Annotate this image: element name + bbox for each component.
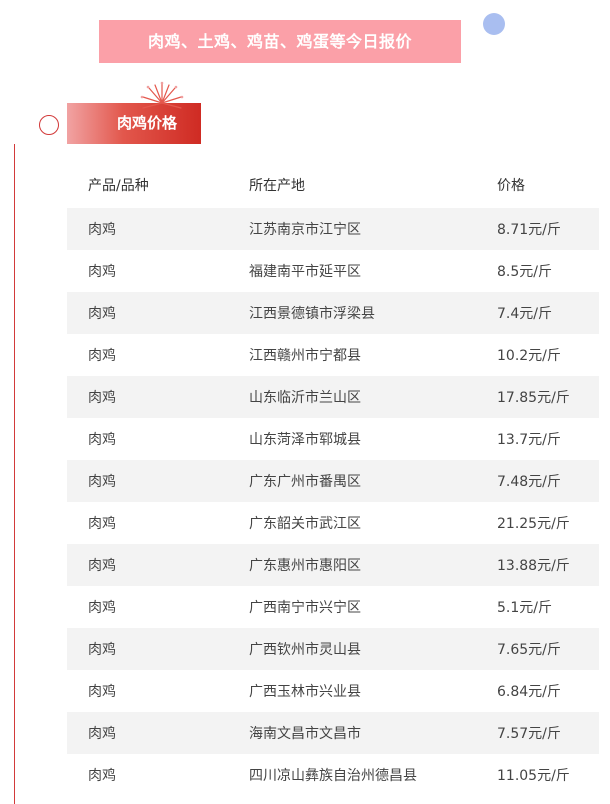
- cell-price: 13.88元/斤: [497, 558, 570, 574]
- column-header-price: 价格: [497, 178, 525, 194]
- cell-price: 7.48元/斤: [497, 474, 561, 490]
- table-row: 肉鸡 广西玉林市兴业县 6.84元/斤: [67, 670, 599, 712]
- cell-product: 肉鸡: [88, 390, 116, 406]
- cell-origin: 广西玉林市兴业县: [249, 684, 361, 700]
- page-banner-title: 肉鸡、土鸡、鸡苗、鸡蛋等今日报价: [99, 20, 461, 63]
- cell-product: 肉鸡: [88, 600, 116, 616]
- table-row: 肉鸡 海南文昌市文昌市 7.57元/斤: [67, 712, 599, 754]
- cell-price: 21.25元/斤: [497, 516, 570, 532]
- table-row: 肉鸡 广东广州市番禺区 7.48元/斤: [67, 460, 599, 502]
- table-row: 肉鸡 江苏南京市江宁区 8.71元/斤: [67, 208, 599, 250]
- table-row: 肉鸡 广东韶关市武江区 21.25元/斤: [67, 502, 599, 544]
- cell-origin: 广东韶关市武江区: [249, 516, 361, 532]
- table-body: 肉鸡 江苏南京市江宁区 8.71元/斤 肉鸡 福建南平市延平区 8.5元/斤 肉鸡 江西景德镇…: [67, 208, 599, 796]
- cell-product: 肉鸡: [88, 684, 116, 700]
- table-row: 肉鸡 四川凉山彝族自治州德昌县 11.05元/斤: [67, 754, 599, 796]
- cell-origin: 山东菏泽市郓城县: [249, 432, 361, 448]
- cell-product: 肉鸡: [88, 474, 116, 490]
- cell-price: 11.05元/斤: [497, 768, 570, 784]
- cell-price: 5.1元/斤: [497, 600, 552, 616]
- table-row: 肉鸡 山东临沂市兰山区 17.85元/斤: [67, 376, 599, 418]
- table-row: 肉鸡 山东菏泽市郓城县 13.7元/斤: [67, 418, 599, 460]
- cell-product: 肉鸡: [88, 222, 116, 238]
- cell-product: 肉鸡: [88, 642, 116, 658]
- cell-origin: 江苏南京市江宁区: [249, 222, 361, 238]
- cell-price: 17.85元/斤: [497, 390, 570, 406]
- timeline-circle: [39, 115, 59, 135]
- table-row: 肉鸡 江西景德镇市浮梁县 7.4元/斤: [67, 292, 599, 334]
- table-row: 肉鸡 广西南宁市兴宁区 5.1元/斤: [67, 586, 599, 628]
- timeline-line: [14, 144, 15, 804]
- cell-product: 肉鸡: [88, 516, 116, 532]
- price-table: 产品/品种 所在产地 价格 肉鸡 江苏南京市江宁区 8.71元/斤 肉鸡 福建南平市延平…: [67, 162, 599, 796]
- cell-product: 肉鸡: [88, 348, 116, 364]
- table-row: 肉鸡 广西钦州市灵山县 7.65元/斤: [67, 628, 599, 670]
- cell-product: 肉鸡: [88, 768, 116, 784]
- cell-origin: 福建南平市延平区: [249, 264, 361, 280]
- cell-product: 肉鸡: [88, 306, 116, 322]
- cell-price: 8.71元/斤: [497, 222, 561, 238]
- cell-origin: 江西景德镇市浮梁县: [249, 306, 375, 322]
- cell-price: 8.5元/斤: [497, 264, 552, 280]
- cell-origin: 海南文昌市文昌市: [249, 726, 361, 742]
- cell-origin: 广东广州市番禺区: [249, 474, 361, 490]
- cell-price: 7.4元/斤: [497, 306, 552, 322]
- table-header: 产品/品种 所在产地 价格: [67, 162, 599, 208]
- table-row: 肉鸡 广东惠州市惠阳区 13.88元/斤: [67, 544, 599, 586]
- cell-origin: 四川凉山彝族自治州德昌县: [249, 768, 417, 784]
- cell-price: 7.65元/斤: [497, 642, 561, 658]
- cell-product: 肉鸡: [88, 432, 116, 448]
- cell-origin: 广西钦州市灵山县: [249, 642, 361, 658]
- cell-origin: 广东惠州市惠阳区: [249, 558, 361, 574]
- cell-price: 13.7元/斤: [497, 432, 561, 448]
- cell-product: 肉鸡: [88, 726, 116, 742]
- decorative-dot: [483, 13, 505, 35]
- cell-price: 7.57元/斤: [497, 726, 561, 742]
- cell-product: 肉鸡: [88, 558, 116, 574]
- cell-origin: 江西赣州市宁都县: [249, 348, 361, 364]
- cell-origin: 广西南宁市兴宁区: [249, 600, 361, 616]
- column-header-origin: 所在产地: [249, 178, 305, 194]
- table-row: 肉鸡 江西赣州市宁都县 10.2元/斤: [67, 334, 599, 376]
- cell-price: 6.84元/斤: [497, 684, 561, 700]
- cell-product: 肉鸡: [88, 264, 116, 280]
- column-header-product: 产品/品种: [88, 178, 149, 194]
- firework-icon: [140, 81, 184, 109]
- table-row: 肉鸡 福建南平市延平区 8.5元/斤: [67, 250, 599, 292]
- cell-price: 10.2元/斤: [497, 348, 561, 364]
- cell-origin: 山东临沂市兰山区: [249, 390, 361, 406]
